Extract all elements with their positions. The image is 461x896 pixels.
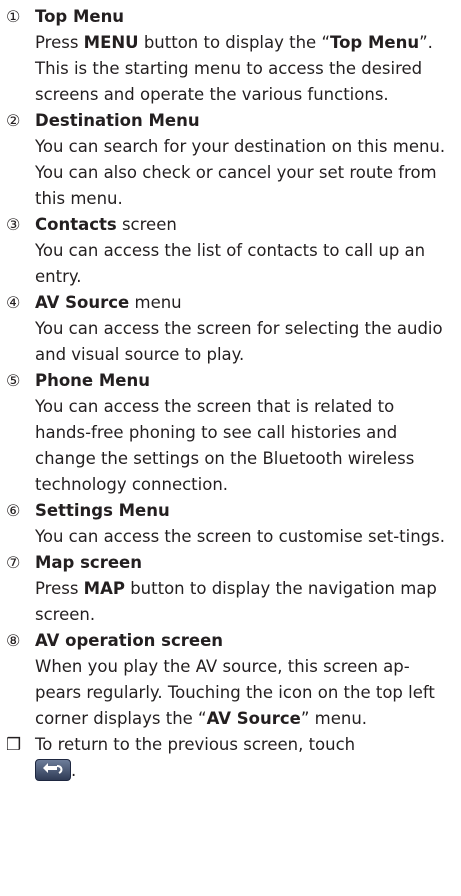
back-arrow-icon[interactable]: [35, 759, 71, 781]
entry-title: AV operation screen: [35, 628, 455, 654]
menu-entry: ⑧ AV operation screen When you play the AV…: [6, 628, 455, 732]
entry-description: Press MENU button to display the “Top Me…: [35, 30, 455, 56]
entry-title-suffix: menu: [129, 293, 182, 312]
entry-title-text: AV Source: [35, 293, 130, 312]
menu-entry: ④ AV Source menu You can access the screen…: [6, 290, 455, 368]
description-text: button to display the “: [138, 33, 331, 52]
entry-number: ②: [6, 111, 21, 130]
entry-title: Contacts screen: [35, 212, 455, 238]
entry-title-text: Map screen: [35, 553, 142, 572]
entry-title-suffix: screen: [116, 215, 177, 234]
entry-title: Top Menu: [35, 4, 455, 30]
description-text: You can access the screen that is relate…: [35, 397, 415, 494]
entry-title-text: Settings Menu: [35, 501, 170, 520]
entry-number: ③: [6, 215, 21, 234]
entry-title-text: Top Menu: [35, 7, 125, 26]
bold-term: MAP: [83, 579, 125, 598]
entry-title-text: Destination Menu: [35, 111, 200, 130]
entry-title: Destination Menu: [35, 108, 455, 134]
bold-term: Top Menu: [330, 33, 420, 52]
bold-term: AV Source: [206, 709, 301, 728]
entry-description: When you play the AV source, this screen…: [35, 654, 455, 732]
entry-number: ⑧: [6, 631, 21, 650]
description-text: You can search for your destination on t…: [35, 137, 446, 208]
description-text: Press: [35, 579, 84, 598]
entry-number: ⑥: [6, 501, 21, 520]
note-text-line: To return to the previous screen, touch …: [35, 732, 455, 784]
entry-description: You can search for your destination on t…: [35, 134, 455, 212]
entry-title-text: AV operation screen: [35, 631, 224, 650]
note-text: To return to the previous screen, touch: [35, 735, 356, 754]
description-text: You can access the screen to customise s…: [35, 527, 445, 546]
menu-entry: ③ Contacts screen You can access the list …: [6, 212, 455, 290]
entry-title: AV Source menu: [35, 290, 455, 316]
entry-title: Settings Menu: [35, 498, 455, 524]
entry-description: You can access the screen to customise s…: [35, 524, 455, 550]
return-note: ❒ To return to the previous screen, touc…: [6, 732, 455, 784]
entry-description: This is the starting menu to access the …: [35, 56, 455, 108]
description-text: You can access the list of contacts to c…: [35, 241, 426, 286]
menu-entry: ⑦ Map screen Press MAP button to display t…: [6, 550, 455, 628]
menu-entry: ② Destination Menu You can search for your…: [6, 108, 455, 212]
menu-descriptions-list: ① Top Menu Press MENU button to display th…: [6, 4, 455, 732]
page: ① Top Menu Press MENU button to display th…: [0, 0, 461, 896]
description-text: ”.: [419, 33, 433, 52]
entry-number: ⑦: [6, 553, 21, 572]
description-text: You can access the screen for selecting …: [35, 319, 443, 364]
entry-description: Press MAP button to display the navigati…: [35, 576, 455, 628]
entry-number: ①: [6, 7, 21, 26]
entry-title-text: Phone Menu: [35, 371, 150, 390]
entry-description: You can access the screen that is relate…: [35, 394, 455, 498]
entry-description: You can access the screen for selecting …: [35, 316, 455, 368]
entry-number: ④: [6, 293, 21, 312]
entry-number: ⑤: [6, 371, 21, 390]
entry-title: Phone Menu: [35, 368, 455, 394]
menu-entry: ⑤ Phone Menu You can access the screen tha…: [6, 368, 455, 498]
description-text: ” menu.: [300, 709, 368, 728]
menu-entry: ⑥ Settings Menu You can access the screen …: [6, 498, 455, 550]
entry-title-text: Contacts: [35, 215, 117, 234]
description-text: This is the starting menu to access the …: [35, 59, 423, 104]
note-period: .: [71, 761, 77, 780]
bold-term: MENU: [83, 33, 139, 52]
description-text: Press: [35, 33, 84, 52]
menu-entry: ① Top Menu Press MENU button to display th…: [6, 4, 455, 108]
note-checkbox-icon: ❒: [6, 735, 22, 755]
entry-title: Map screen: [35, 550, 455, 576]
entry-description: You can access the list of contacts to c…: [35, 238, 455, 290]
